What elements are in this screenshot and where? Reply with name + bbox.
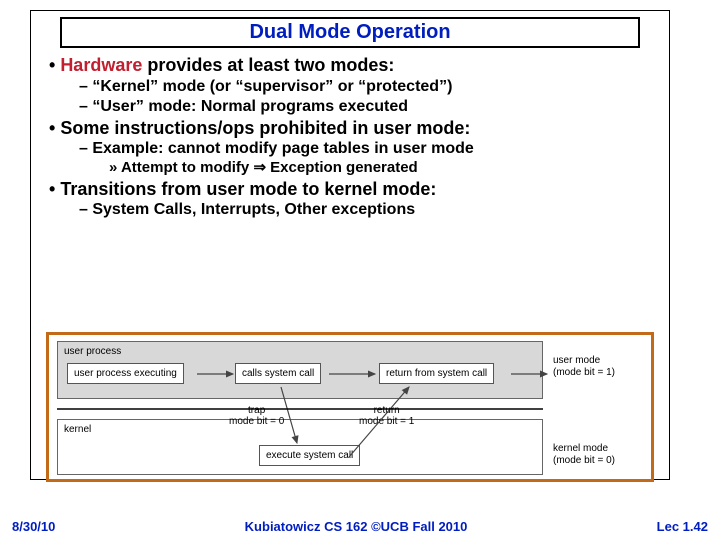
kernel-mode-bit: (mode bit = 0) bbox=[553, 455, 615, 466]
box-executing: user process executing bbox=[67, 363, 184, 384]
user-mode-text: user mode bbox=[553, 355, 600, 366]
bullet-attempt: Attempt to modify ⇒ Exception generated bbox=[109, 159, 661, 178]
label-user-mode: user mode (mode bit = 1) bbox=[553, 355, 615, 379]
bullet-user-mode: “User” mode: Normal programs executed bbox=[79, 97, 661, 117]
footer-page: Lec 1.42 bbox=[657, 519, 708, 534]
content: Hardware provides at least two modes: “K… bbox=[31, 52, 669, 220]
box-calls: calls system call bbox=[235, 363, 321, 384]
mode-diagram: user process user process executing call… bbox=[46, 332, 654, 482]
box-execute: execute system call bbox=[259, 445, 360, 466]
trap-bit: mode bit = 0 bbox=[229, 416, 284, 427]
label-kernel-mode: kernel mode (mode bit = 0) bbox=[553, 443, 615, 467]
bullet-prohibited: Some instructions/ops prohibited in user… bbox=[49, 117, 661, 140]
kernel-mode-text: kernel mode bbox=[553, 443, 608, 454]
bullet-kernel-mode: “Kernel” mode (or “supervisor” or “prote… bbox=[79, 77, 661, 97]
slide-title: Dual Mode Operation bbox=[249, 21, 450, 43]
return-text: return bbox=[374, 405, 400, 416]
trap-text: trap bbox=[248, 405, 265, 416]
bullet-syscalls: System Calls, Interrupts, Other exceptio… bbox=[79, 200, 661, 220]
return-bit: mode bit = 1 bbox=[359, 416, 414, 427]
label-trap: trap mode bit = 0 bbox=[229, 405, 284, 427]
bullet-transitions: Transitions from user mode to kernel mod… bbox=[49, 178, 661, 201]
footer-course: Kubiatowicz CS 162 ©UCB Fall 2010 bbox=[245, 519, 468, 534]
text-hardware: provides at least two modes: bbox=[147, 55, 394, 75]
bullet-hardware: Hardware provides at least two modes: bbox=[49, 54, 661, 77]
footer-date: 8/30/10 bbox=[12, 519, 55, 534]
slide-title-box: Dual Mode Operation bbox=[60, 17, 640, 48]
box-return-from: return from system call bbox=[379, 363, 494, 384]
user-mode-bit: (mode bit = 1) bbox=[553, 367, 615, 378]
label-user-process: user process bbox=[64, 346, 121, 357]
bullet-example: Example: cannot modify page tables in us… bbox=[79, 139, 661, 159]
label-kernel: kernel bbox=[64, 424, 91, 435]
slide-footer: 8/30/10 Kubiatowicz CS 162 ©UCB Fall 201… bbox=[0, 519, 720, 534]
accent-hardware: Hardware bbox=[60, 55, 147, 75]
label-return: return mode bit = 1 bbox=[359, 405, 414, 427]
